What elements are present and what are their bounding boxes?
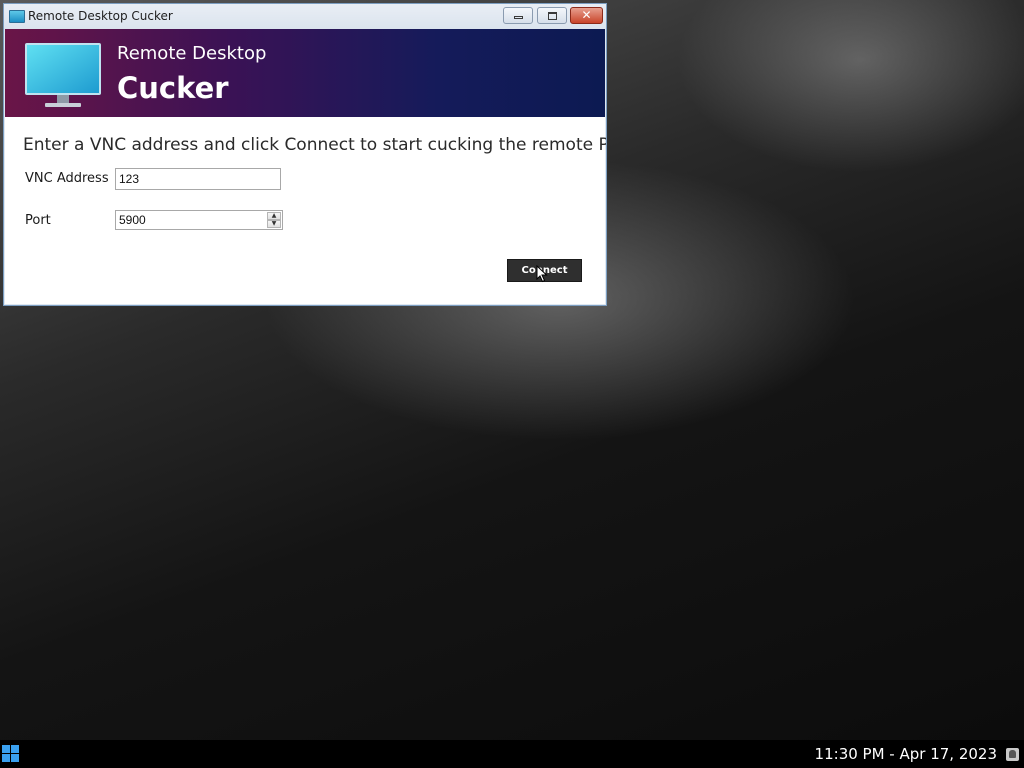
port-label: Port — [25, 213, 51, 228]
minimize-button[interactable] — [503, 7, 533, 24]
taskbar-clock[interactable]: 11:30 PM - Apr 17, 2023 — [815, 745, 997, 763]
header-banner: Remote Desktop Cucker — [5, 29, 605, 117]
maximize-icon — [538, 8, 566, 23]
spin-down-button[interactable]: ▼ — [267, 220, 281, 228]
vnc-address-label: VNC Address — [25, 171, 109, 186]
maximize-button[interactable] — [537, 7, 567, 24]
close-button[interactable]: ✕ — [570, 7, 603, 24]
monitor-icon — [25, 43, 101, 107]
port-stepper: ▲ ▼ — [115, 210, 283, 230]
port-input[interactable] — [116, 211, 272, 229]
window-title: Remote Desktop Cucker — [28, 9, 173, 23]
windows-logo-icon[interactable] — [2, 745, 19, 762]
user-icon[interactable] — [1006, 748, 1019, 761]
close-icon: ✕ — [581, 8, 592, 22]
banner-title: Cucker — [117, 71, 229, 105]
vnc-address-input[interactable] — [115, 168, 281, 190]
mouse-cursor-icon — [536, 265, 548, 283]
taskbar: 11:30 PM - Apr 17, 2023 — [0, 740, 1024, 768]
spin-up-button[interactable]: ▲ — [267, 212, 281, 220]
app-window: Remote Desktop Cucker ✕ Remote Desktop C… — [3, 3, 607, 306]
instruction-text: Enter a VNC address and click Connect to… — [23, 135, 607, 155]
title-bar[interactable]: Remote Desktop Cucker ✕ — [4, 4, 606, 29]
monitor-icon — [9, 10, 25, 23]
banner-subtitle: Remote Desktop — [117, 43, 267, 64]
minimize-icon — [504, 8, 532, 23]
